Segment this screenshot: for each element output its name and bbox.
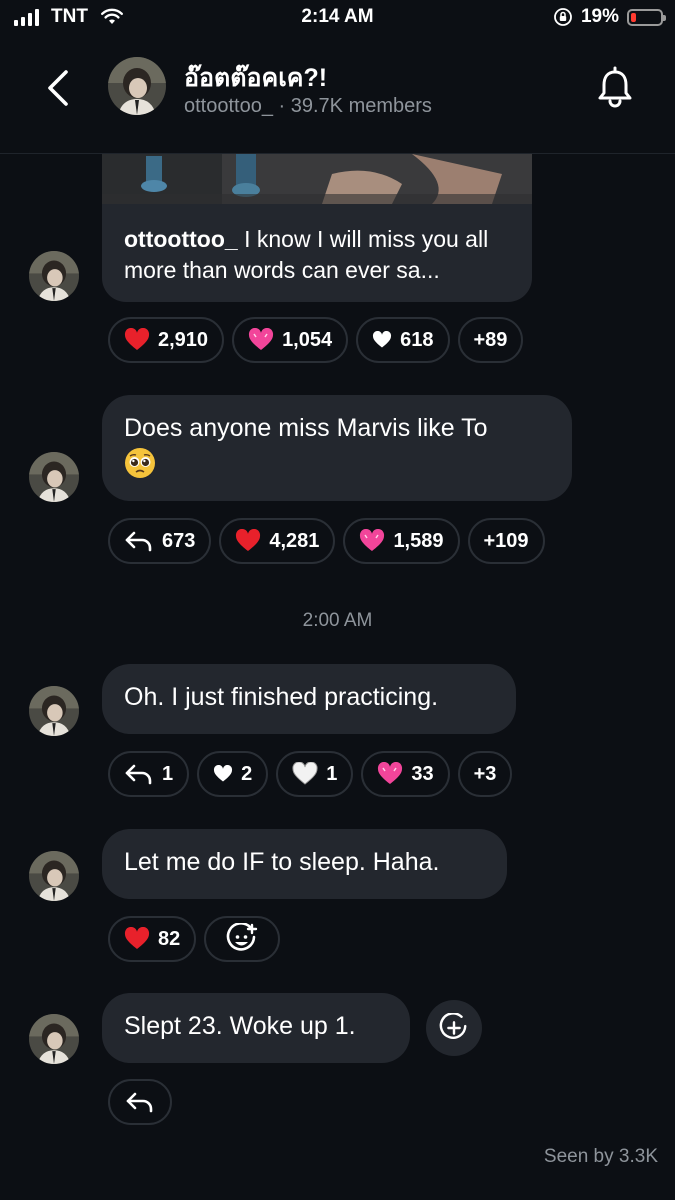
- media-post-bubble[interactable]: ottoottoo_ I know I will miss you all mo…: [102, 154, 532, 302]
- reaction-row: 1 2 1 33 +3: [108, 751, 513, 797]
- white-heart-icon: [373, 331, 392, 348]
- message-bubble[interactable]: Oh. I just finished practicing.: [102, 664, 516, 734]
- post-caption: ottoottoo_ I know I will miss you all mo…: [124, 224, 520, 286]
- more-reactions-count: +3: [473, 762, 497, 785]
- message-bubble[interactable]: Slept 23. Woke up 1.: [102, 993, 410, 1063]
- reaction-chip[interactable]: 1,054: [232, 317, 349, 363]
- reaction-count: 2: [241, 762, 253, 785]
- message-bubble[interactable]: Does anyone miss Marvis like To: [102, 395, 572, 501]
- reaction-row: 673 4,281 1,589 +109: [108, 518, 545, 564]
- pink-heart-icon: [360, 529, 385, 551]
- notification-bell-icon[interactable]: [594, 66, 636, 110]
- member-count: · 39.7K members: [278, 95, 432, 117]
- message-text: Oh. I just finished practicing.: [124, 683, 439, 711]
- red-heart-icon: [124, 328, 150, 350]
- sender-avatar[interactable]: [29, 686, 79, 736]
- message-text: Let me do IF to sleep. Haha.: [124, 848, 440, 876]
- reaction-count: 1,589: [393, 529, 444, 552]
- red-heart-icon: [236, 529, 261, 551]
- channel-avatar[interactable]: [108, 57, 166, 115]
- reply-chip[interactable]: 1: [108, 751, 190, 797]
- sender-avatar[interactable]: [29, 851, 79, 901]
- reply-icon: [125, 531, 152, 552]
- reaction-count: 2,910: [158, 328, 209, 351]
- more-reactions-chip[interactable]: +89: [457, 317, 524, 363]
- add-reaction-icon: [439, 1013, 467, 1039]
- message-text: Does anyone miss Marvis like To: [124, 414, 488, 442]
- reaction-row: 2,910 1,054 618 +89: [108, 317, 524, 363]
- quick-react-button[interactable]: [426, 1000, 482, 1056]
- caption-username: ottoottoo_: [124, 226, 238, 252]
- pleading-face-icon: [125, 448, 155, 479]
- more-reactions-count: +89: [473, 328, 508, 351]
- reaction-count: 82: [158, 927, 181, 950]
- sender-avatar[interactable]: [29, 452, 79, 502]
- add-reaction-button[interactable]: [204, 916, 281, 962]
- white-outline-heart-icon: [292, 762, 318, 785]
- reaction-chip[interactable]: 2: [197, 751, 269, 797]
- sender-avatar[interactable]: [29, 1014, 79, 1064]
- reaction-chip[interactable]: 4,281: [219, 518, 336, 564]
- orientation-lock-icon: [554, 8, 572, 26]
- status-right: 19%: [553, 6, 666, 28]
- reaction-count: 4,281: [269, 529, 320, 552]
- battery-icon: [627, 8, 666, 26]
- message-text: Slept 23. Woke up 1.: [124, 1012, 356, 1040]
- reaction-chip[interactable]: 2,910: [108, 317, 225, 363]
- seen-by-label: Seen by 3.3K: [543, 1146, 658, 1167]
- reply-icon: [125, 764, 152, 785]
- pink-heart-icon: [249, 328, 274, 350]
- channel-header: อ๊อตต๊อคเค?! ottoottoo_ · 39.7K members: [0, 40, 675, 154]
- channel-title: อ๊อตต๊อคเค?!: [184, 64, 328, 92]
- reaction-count: 33: [411, 762, 434, 785]
- battery-level-fill: [631, 12, 636, 22]
- post-image[interactable]: [102, 154, 532, 204]
- reaction-chip[interactable]: 1: [276, 751, 354, 797]
- status-bar: TNT 2:14 AM 19%: [0, 0, 675, 38]
- reaction-row: 82: [108, 916, 281, 962]
- reaction-chip[interactable]: 618: [356, 317, 450, 363]
- reply-count: 1: [162, 762, 174, 785]
- sender-avatar[interactable]: [29, 251, 79, 301]
- more-reactions-chip[interactable]: +109: [467, 518, 545, 564]
- reaction-count: 1,054: [282, 328, 333, 351]
- reaction-count: 618: [400, 328, 434, 351]
- battery-percent: 19%: [580, 6, 619, 27]
- reaction-count: 1: [326, 762, 338, 785]
- chat-screen: TNT 2:14 AM 19% อ๊อตต๊อคเค?! ottoottoo_ …: [0, 0, 675, 1200]
- back-button[interactable]: [40, 66, 76, 110]
- add-reaction-icon: [226, 923, 258, 951]
- message-bubble[interactable]: Let me do IF to sleep. Haha.: [102, 829, 507, 899]
- reply-icon: [126, 1092, 153, 1113]
- reaction-row: [108, 1079, 172, 1125]
- reply-count: 673: [162, 529, 196, 552]
- more-reactions-chip[interactable]: +3: [457, 751, 513, 797]
- reaction-chip[interactable]: 82: [108, 916, 197, 962]
- reply-button[interactable]: [108, 1079, 172, 1125]
- channel-subtitle: ottoottoo_ · 39.7K members: [184, 95, 432, 118]
- reaction-chip[interactable]: 1,589: [343, 518, 460, 564]
- reply-chip[interactable]: 673: [108, 518, 212, 564]
- white-heart-icon: [214, 765, 233, 782]
- channel-username: ottoottoo_: [184, 95, 273, 117]
- reaction-chip[interactable]: 33: [361, 751, 450, 797]
- time-separator: 2:00 AM: [302, 610, 373, 631]
- more-reactions-count: +109: [483, 529, 529, 552]
- red-heart-icon: [124, 927, 150, 949]
- pink-heart-icon: [378, 762, 403, 784]
